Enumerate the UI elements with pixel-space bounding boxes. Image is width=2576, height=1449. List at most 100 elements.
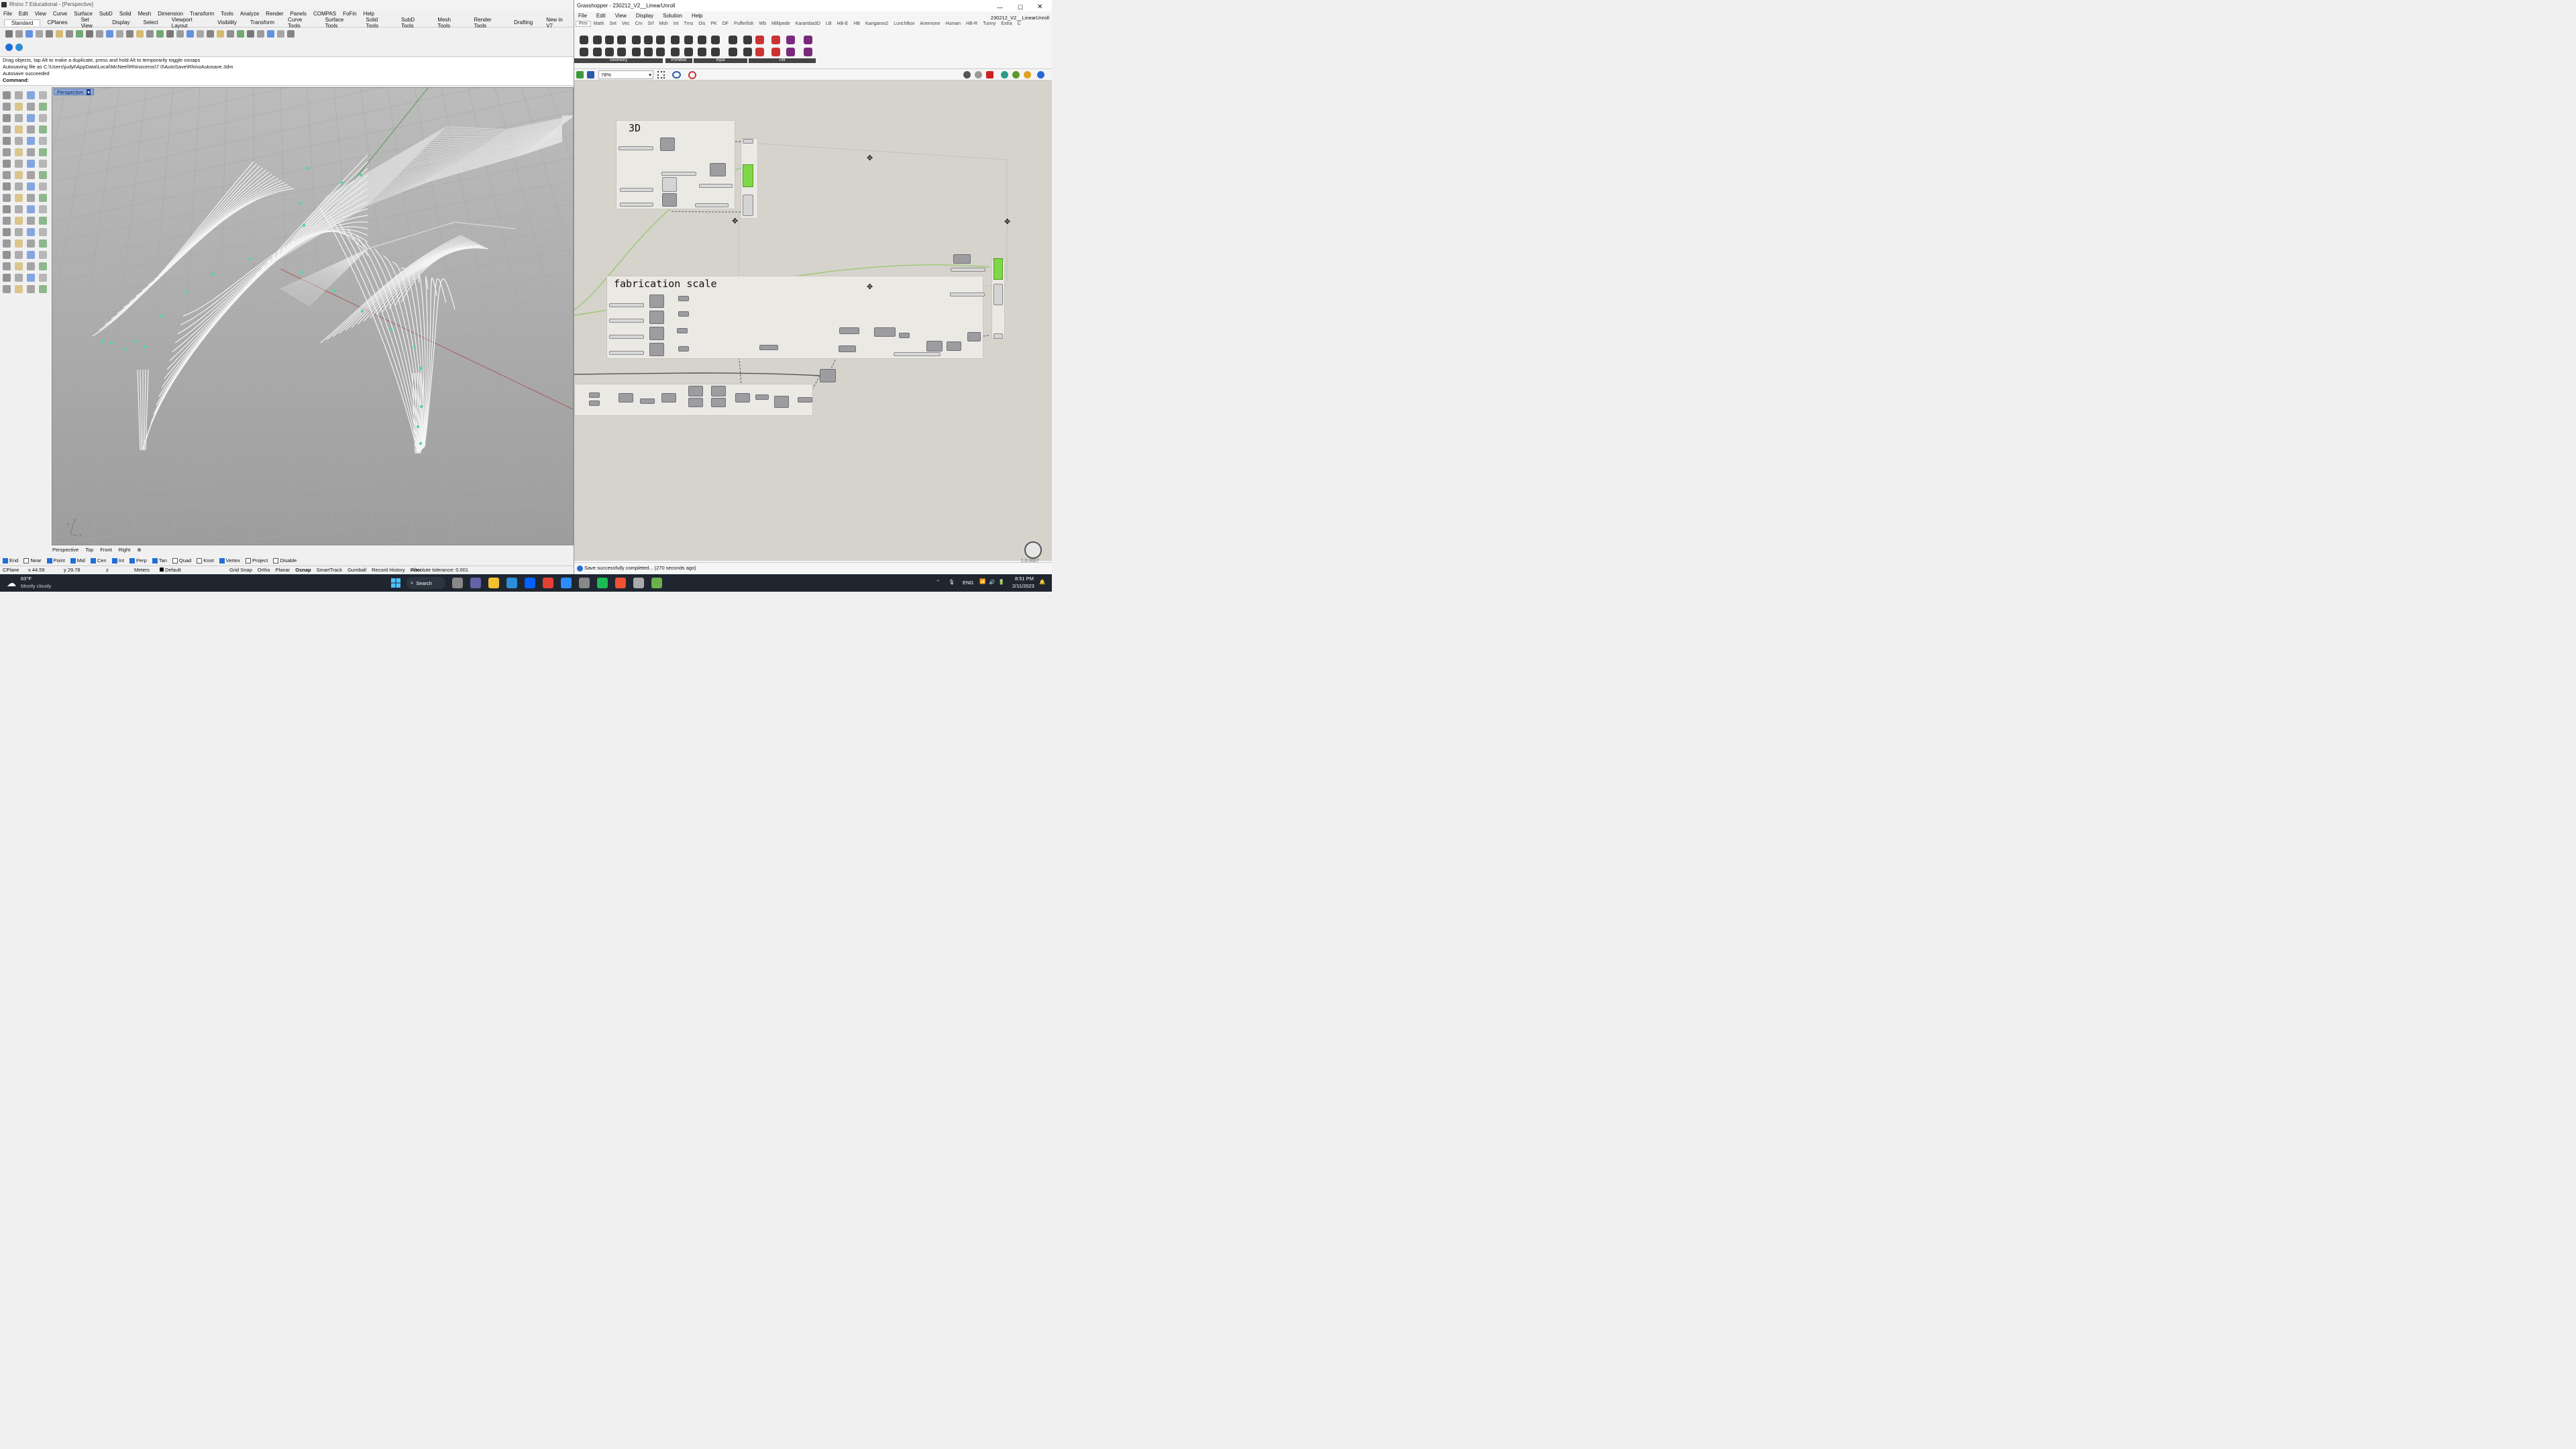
chevron-up-icon[interactable]: ⌃ (936, 579, 940, 585)
toolbar-tool-icon[interactable] (156, 30, 164, 38)
gh-tab-prm[interactable]: Prm (576, 21, 591, 27)
number-slider[interactable] (894, 352, 941, 356)
gh-component-icon[interactable] (804, 36, 812, 44)
tool-icon[interactable] (39, 103, 47, 111)
gh-tab-millipede[interactable]: Millipede (769, 21, 793, 26)
gh-component-icon[interactable] (644, 36, 653, 44)
gh-component-icon[interactable] (804, 48, 812, 56)
rhino-menu-solid[interactable]: Solid (119, 11, 131, 17)
osnap-vertex[interactable]: Vertex (219, 557, 240, 564)
component[interactable] (678, 346, 689, 352)
gh-component-icon[interactable] (771, 36, 780, 44)
save-file-icon[interactable] (587, 71, 594, 78)
tool-icon[interactable] (27, 91, 35, 99)
component[interactable] (839, 327, 859, 334)
zoom-icon[interactable] (561, 578, 572, 588)
osnap-end[interactable]: End (3, 557, 18, 564)
tool-icon[interactable] (3, 228, 11, 236)
tool-icon[interactable] (39, 274, 47, 282)
tool-icon[interactable] (27, 114, 35, 122)
file-explorer-icon[interactable] (488, 578, 499, 588)
gh-component-icon[interactable] (580, 48, 588, 56)
gh-tab-lb[interactable]: LB (823, 21, 835, 26)
tool-icon[interactable] (27, 239, 35, 248)
toolbar-tool-icon[interactable] (237, 30, 244, 38)
rhino-tab-render-tools[interactable]: Render Tools (467, 17, 507, 29)
osnap-mid[interactable]: Mid (70, 557, 85, 564)
gh-component-icon[interactable] (617, 36, 626, 44)
tool-icon[interactable] (27, 160, 35, 168)
gh-tab-extra[interactable]: Extra (998, 21, 1014, 26)
command-prompt[interactable]: Command: (3, 77, 574, 84)
grasshopper-icon[interactable] (651, 578, 662, 588)
component[interactable] (899, 333, 910, 338)
gh-component-icon[interactable] (743, 48, 752, 56)
gh-tab-set[interactable]: Set (606, 21, 619, 26)
tool-icon[interactable] (3, 251, 11, 259)
gh-tab-srf[interactable]: Srf (645, 21, 657, 26)
tool-icon[interactable] (39, 148, 47, 156)
tool-icon[interactable] (15, 160, 23, 168)
component[interactable] (649, 294, 664, 308)
viewport-title[interactable]: Perspective ▾ (54, 89, 95, 95)
move-handle-icon[interactable]: ✥ (732, 217, 738, 225)
osnap-point[interactable]: Point (46, 557, 65, 564)
component[interactable] (619, 393, 633, 402)
gh-component-icon[interactable] (580, 36, 588, 44)
tool-icon[interactable] (39, 239, 47, 248)
tool-icon[interactable] (27, 285, 35, 293)
tool-icon[interactable] (27, 103, 35, 111)
tool-icon[interactable] (15, 217, 23, 225)
perspective-viewport[interactable]: x y z Perspective ▾ (52, 87, 574, 545)
component[interactable] (678, 296, 689, 301)
component[interactable] (953, 254, 971, 264)
osnap-quad[interactable]: Quad (172, 557, 191, 564)
component[interactable] (649, 327, 664, 340)
gh-menu-display[interactable]: Display (636, 13, 653, 19)
component[interactable] (662, 193, 677, 207)
component[interactable] (967, 332, 981, 341)
toolbar-tool-icon[interactable] (227, 30, 234, 38)
gh-component-icon[interactable] (711, 48, 720, 56)
tool-icon[interactable] (15, 125, 23, 133)
gh-component-icon[interactable] (786, 36, 795, 44)
gh-component-icon[interactable] (698, 36, 706, 44)
tool-icon[interactable] (3, 91, 11, 99)
status-layer[interactable]: Default (160, 567, 181, 573)
tool-icon[interactable] (15, 228, 23, 236)
toolbar-tool-icon[interactable] (146, 30, 154, 38)
panel-param[interactable] (743, 139, 753, 144)
number-slider[interactable] (620, 203, 653, 207)
tool-icon[interactable] (15, 205, 23, 213)
number-slider[interactable] (619, 146, 653, 150)
tool-icon[interactable] (3, 103, 11, 111)
gh-tab-pufferfish[interactable]: Pufferfish (731, 21, 756, 26)
tool-icon[interactable] (3, 194, 11, 202)
rhino-tab-surface-tools[interactable]: Surface Tools (319, 17, 360, 29)
tool-icon[interactable] (15, 182, 23, 191)
clock-time[interactable]: 8:51 PM (1015, 576, 1034, 582)
gh-tab-hb[interactable]: HB (851, 21, 863, 26)
gh-menu-solution[interactable]: Solution (663, 13, 682, 19)
gh-tab-msh[interactable]: Msh (656, 21, 670, 26)
osnap-tan[interactable]: Tan (152, 557, 167, 564)
gh-tab-trns[interactable]: Trns (681, 21, 696, 26)
gh-component-icon[interactable] (771, 48, 780, 56)
clock-date[interactable]: 2/11/2023 (1012, 583, 1034, 589)
toolbar-tool-icon[interactable] (207, 30, 214, 38)
open-file-icon[interactable] (576, 71, 584, 78)
gh-component-icon[interactable] (698, 48, 706, 56)
gh-menu-help[interactable]: Help (692, 13, 702, 19)
close-icon[interactable]: ✕ (1037, 1, 1042, 13)
rhino-tab-set-view[interactable]: Set View (74, 17, 106, 29)
tool-icon[interactable] (15, 114, 23, 122)
task-view-icon[interactable] (452, 578, 463, 588)
osnap-project[interactable]: Project (245, 557, 268, 564)
rhino-menu-mesh[interactable]: Mesh (138, 11, 152, 17)
rhino-menu-curve[interactable]: Curve (53, 11, 67, 17)
tool-icon[interactable] (3, 114, 11, 122)
tool-icon[interactable] (15, 251, 23, 259)
component[interactable] (926, 341, 943, 352)
param[interactable] (662, 177, 677, 192)
selected-only-icon[interactable] (986, 71, 994, 78)
